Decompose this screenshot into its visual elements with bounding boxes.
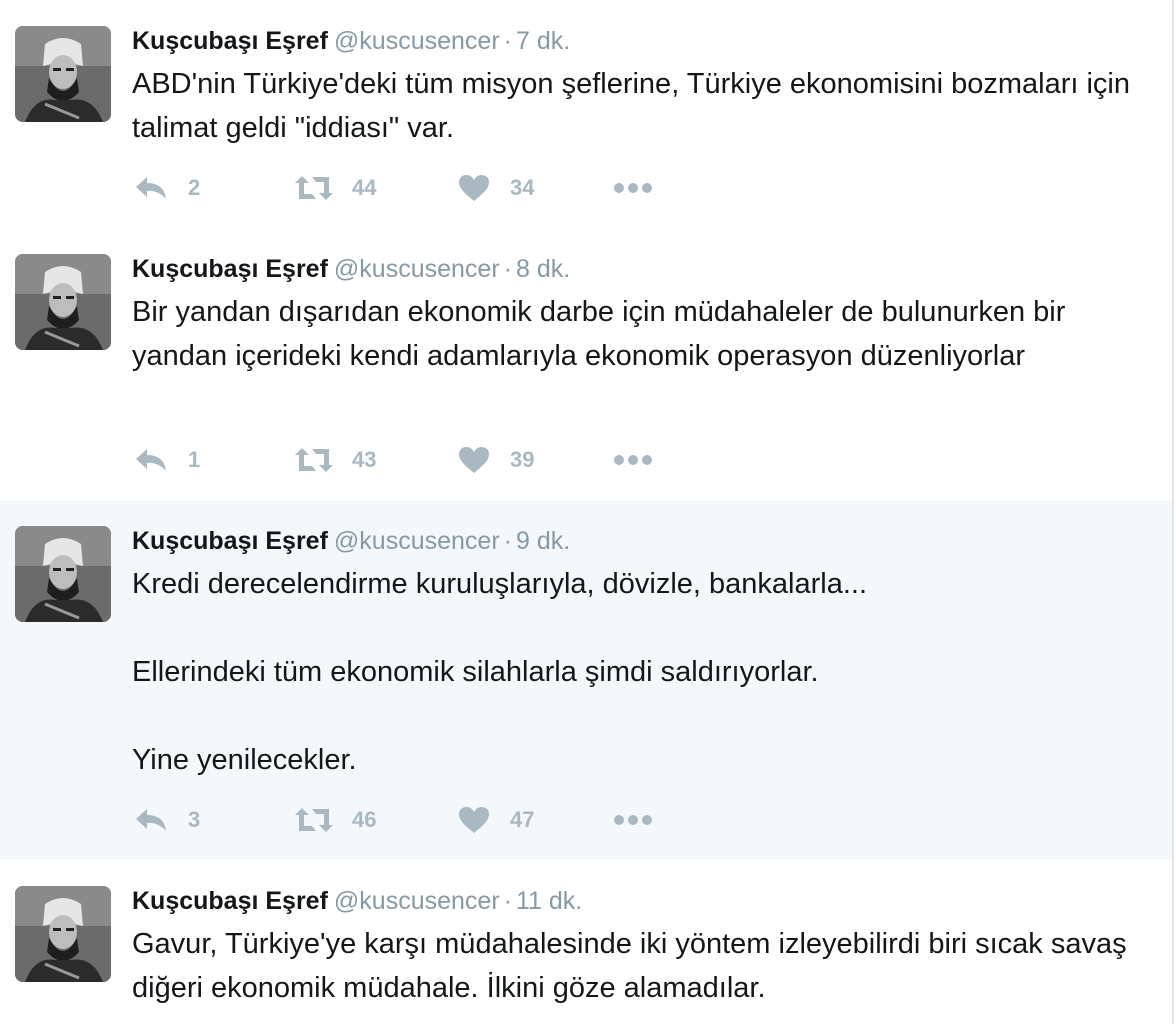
avatar-image	[15, 26, 111, 122]
retweet-icon	[295, 808, 333, 832]
timeline: Kuşcubaşı Eşref @kuscusencer · 7 dk. ABD'ni…	[0, 0, 1176, 1024]
author-name[interactable]: Kuşcubaşı Eşref	[132, 527, 328, 555]
retweet-count: 44	[352, 175, 377, 200]
like-count: 47	[510, 807, 535, 832]
reply-count: 2	[188, 175, 201, 200]
tweet-actions: 3 46 47	[132, 802, 692, 838]
author-handle[interactable]: @kuscusencer	[334, 887, 500, 915]
like-button[interactable]: 39	[458, 442, 534, 478]
reply-count: 3	[188, 807, 201, 832]
heart-icon	[459, 447, 489, 473]
author-handle[interactable]: @kuscusencer	[334, 27, 500, 55]
tweet-paragraph: Yine yenilecekler.	[132, 744, 357, 776]
tweet-header: Kuşcubaşı Eşref @kuscusencer · 9 dk.	[132, 526, 570, 556]
more-button[interactable]	[613, 442, 653, 478]
tweet-paragraph: Ellerindeki tüm ekonomik silahlarla şimd…	[132, 656, 819, 688]
tweet-paragraph: Kredi derecelendirme kuruluşlarıyla, döv…	[132, 568, 868, 600]
retweet-count: 46	[352, 807, 377, 832]
timestamp[interactable]: 7 dk.	[516, 27, 570, 55]
reply-icon	[136, 809, 166, 831]
author-name[interactable]: Kuşcubaşı Eşref	[132, 255, 328, 283]
tweet-paragraph: Gavur, Türkiye'ye karşı müdahalesinde ik…	[132, 928, 1127, 1004]
tweet[interactable]: Kuşcubaşı Eşref @kuscusencer · 7 dk. ABD'ni…	[0, 0, 1174, 230]
heart-icon	[459, 175, 489, 201]
reply-icon	[136, 177, 166, 199]
retweet-button[interactable]: 46	[294, 802, 376, 838]
retweet-button[interactable]: 43	[294, 442, 376, 478]
like-count: 34	[510, 175, 535, 200]
avatar[interactable]	[15, 254, 111, 350]
separator: ·	[503, 887, 512, 915]
retweet-icon	[295, 448, 333, 472]
retweet-count: 43	[352, 447, 377, 472]
reply-button[interactable]: 1	[134, 442, 200, 478]
separator: ·	[503, 527, 512, 555]
reply-button[interactable]: 3	[134, 802, 200, 838]
author-name[interactable]: Kuşcubaşı Eşref	[132, 27, 328, 55]
author-handle[interactable]: @kuscusencer	[334, 527, 500, 555]
author-name[interactable]: Kuşcubaşı Eşref	[132, 887, 328, 915]
separator: ·	[503, 27, 512, 55]
retweet-icon	[295, 176, 333, 200]
like-count: 39	[510, 447, 535, 472]
retweet-button[interactable]: 44	[294, 170, 376, 206]
avatar-image	[15, 526, 111, 622]
tweet-text: Bir yandan dışarıdan ekonomik darbe için…	[132, 290, 1152, 378]
avatar[interactable]	[15, 26, 111, 122]
reply-button[interactable]: 2	[134, 170, 200, 206]
avatar[interactable]	[15, 526, 111, 622]
tweet-header: Kuşcubaşı Eşref @kuscusencer · 8 dk.	[132, 254, 570, 284]
timestamp[interactable]: 9 dk.	[516, 527, 570, 555]
timestamp[interactable]: 11 dk.	[516, 887, 582, 915]
tweet-text: Kredi derecelendirme kuruluşlarıyla, döv…	[132, 562, 1152, 782]
tweet-paragraph: ABD'nin Türkiye'deki tüm misyon şeflerin…	[132, 68, 1130, 144]
avatar[interactable]	[15, 886, 111, 982]
tweet-header: Kuşcubaşı Eşref @kuscusencer · 7 dk.	[132, 26, 570, 56]
tweet[interactable]: Kuşcubaşı Eşref @kuscusencer · 9 dk. Kredi …	[0, 500, 1174, 862]
like-button[interactable]: 47	[458, 802, 534, 838]
like-button[interactable]: 34	[458, 170, 534, 206]
reply-icon	[136, 449, 166, 471]
tweet-text: ABD'nin Türkiye'deki tüm misyon şeflerin…	[132, 62, 1152, 150]
tweet[interactable]: Kuşcubaşı Eşref @kuscusencer · 8 dk. Bir ya…	[0, 228, 1174, 502]
more-icon	[614, 455, 652, 465]
separator: ·	[503, 255, 512, 283]
tweet[interactable]: Kuşcubaşı Eşref @kuscusencer · 11 dk. Gavur…	[0, 860, 1174, 1024]
more-button[interactable]	[613, 802, 653, 838]
author-handle[interactable]: @kuscusencer	[334, 255, 500, 283]
tweet-actions: 2 44 34	[132, 170, 692, 206]
more-icon	[614, 815, 652, 825]
avatar-image	[15, 254, 111, 350]
tweet-actions: 1 43 39	[132, 442, 692, 478]
heart-icon	[459, 807, 489, 833]
more-button[interactable]	[613, 170, 653, 206]
tweet-text: Gavur, Türkiye'ye karşı müdahalesinde ik…	[132, 922, 1152, 1010]
avatar-image	[15, 886, 111, 982]
tweet-header: Kuşcubaşı Eşref @kuscusencer · 11 dk.	[132, 886, 582, 916]
more-icon	[614, 183, 652, 193]
tweet-paragraph: Bir yandan dışarıdan ekonomik darbe için…	[132, 296, 1066, 372]
timestamp[interactable]: 8 dk.	[516, 255, 570, 283]
reply-count: 1	[188, 447, 201, 472]
